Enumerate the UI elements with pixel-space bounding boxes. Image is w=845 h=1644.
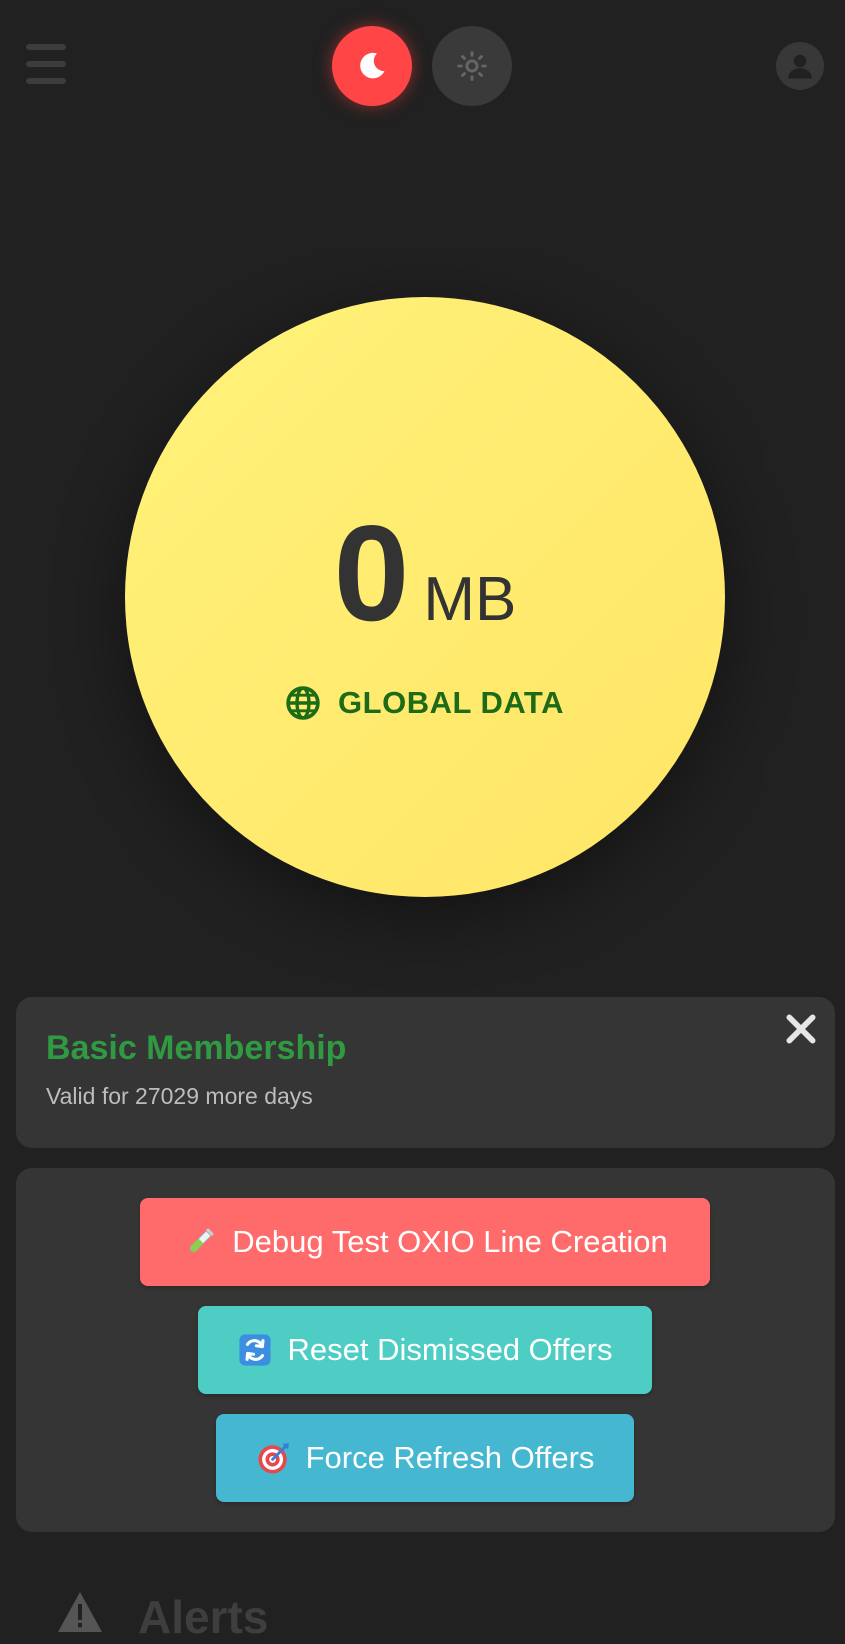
data-value: 0 (333, 497, 410, 649)
globe-icon (286, 686, 320, 720)
reset-dismissed-offers-label: Reset Dismissed Offers (287, 1332, 613, 1367)
data-type-text: GLOBAL DATA (338, 685, 564, 720)
membership-title: Basic Membership (46, 1029, 347, 1067)
data-balance-circle[interactable]: 0 MB GLOBAL DATA (125, 297, 725, 897)
alerts-heading: Alerts (138, 1591, 269, 1643)
test-tube-icon (182, 1224, 218, 1260)
membership-validity: Valid for 27029 more days (46, 1083, 313, 1109)
hamburger-menu-icon[interactable] (24, 44, 68, 84)
debug-test-line-label: Debug Test OXIO Line Creation (232, 1224, 668, 1259)
membership-card: Basic Membership Valid for 27029 more da… (16, 997, 835, 1148)
user-avatar-icon (788, 54, 812, 79)
target-icon (256, 1440, 292, 1476)
data-amount: 0 MB (125, 505, 725, 641)
debug-test-line-button[interactable]: Debug Test OXIO Line Creation (140, 1198, 710, 1286)
debug-actions-card: Debug Test OXIO Line Creation Reset Dism… (16, 1168, 835, 1532)
warning-icon (58, 1592, 102, 1632)
data-type-label: GLOBAL DATA (125, 685, 725, 721)
light-mode-toggle[interactable] (432, 26, 512, 106)
force-refresh-offers-button[interactable]: Force Refresh Offers (216, 1414, 634, 1502)
close-icon (786, 1014, 816, 1044)
close-membership-button[interactable] (781, 1009, 821, 1049)
data-unit: MB (423, 565, 517, 634)
force-refresh-offers-label: Force Refresh Offers (305, 1440, 595, 1475)
dark-mode-toggle[interactable] (332, 26, 412, 106)
reset-dismissed-offers-button[interactable]: Reset Dismissed Offers (198, 1306, 652, 1394)
moon-icon (360, 52, 385, 79)
sun-icon (457, 51, 487, 81)
refresh-arrows-icon (237, 1332, 273, 1368)
profile-button[interactable] (776, 42, 824, 90)
